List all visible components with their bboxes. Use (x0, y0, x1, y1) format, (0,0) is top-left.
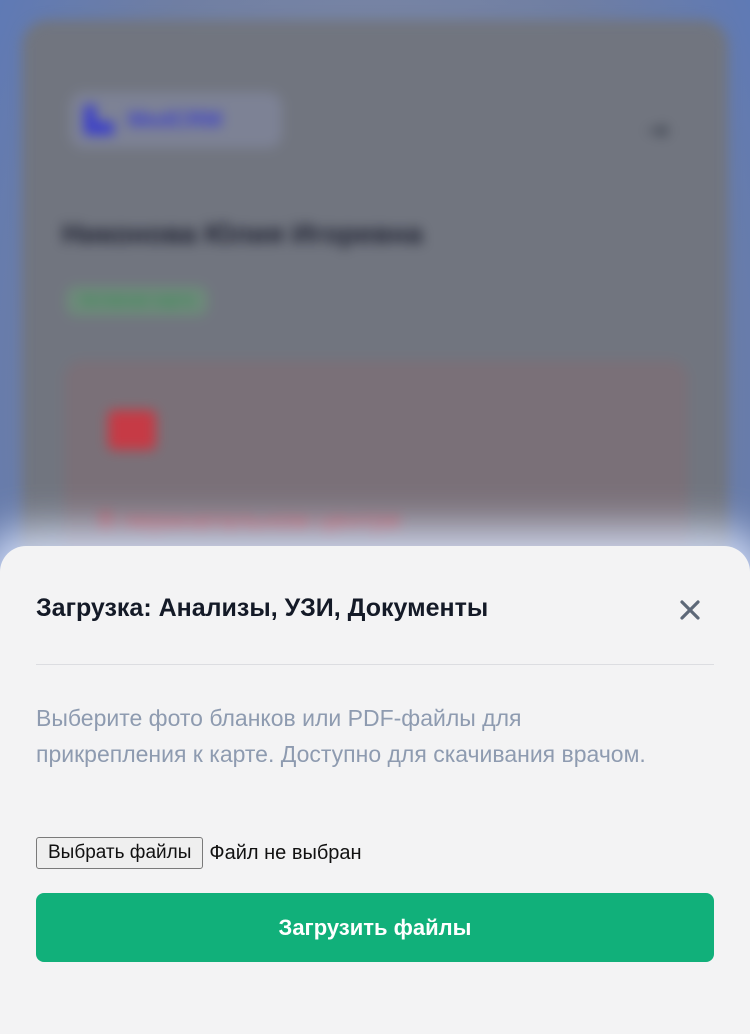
upload-files-button[interactable]: Загрузить файлы (36, 893, 714, 962)
patient-name: Никонова Юлия Игоревна (62, 218, 423, 249)
ambulance-icon (108, 410, 156, 450)
alert-text: В перинатальном центре (98, 506, 402, 536)
sheet-title: Загрузка: Анализы, УЗИ, Документы (36, 594, 489, 622)
status-badge: Активная карта (66, 286, 209, 316)
brand-logo: MedCRM (70, 92, 282, 148)
brand-name: MedCRM (128, 107, 223, 132)
choose-files-button[interactable]: Выбрать файлы (36, 837, 204, 869)
close-icon (680, 600, 700, 620)
logo-icon (84, 105, 114, 135)
close-button[interactable] (674, 594, 706, 626)
file-input: Выбрать файлы Файл не выбран (36, 836, 362, 870)
sheet-description: Выберите фото бланков или PDF-файлы для … (36, 705, 646, 767)
divider (36, 664, 714, 665)
logout-icon: ⇥ (646, 115, 668, 145)
file-status: Файл не выбран (209, 841, 362, 864)
upload-sheet: Загрузка: Анализы, УЗИ, Документы Выбери… (0, 546, 750, 1034)
